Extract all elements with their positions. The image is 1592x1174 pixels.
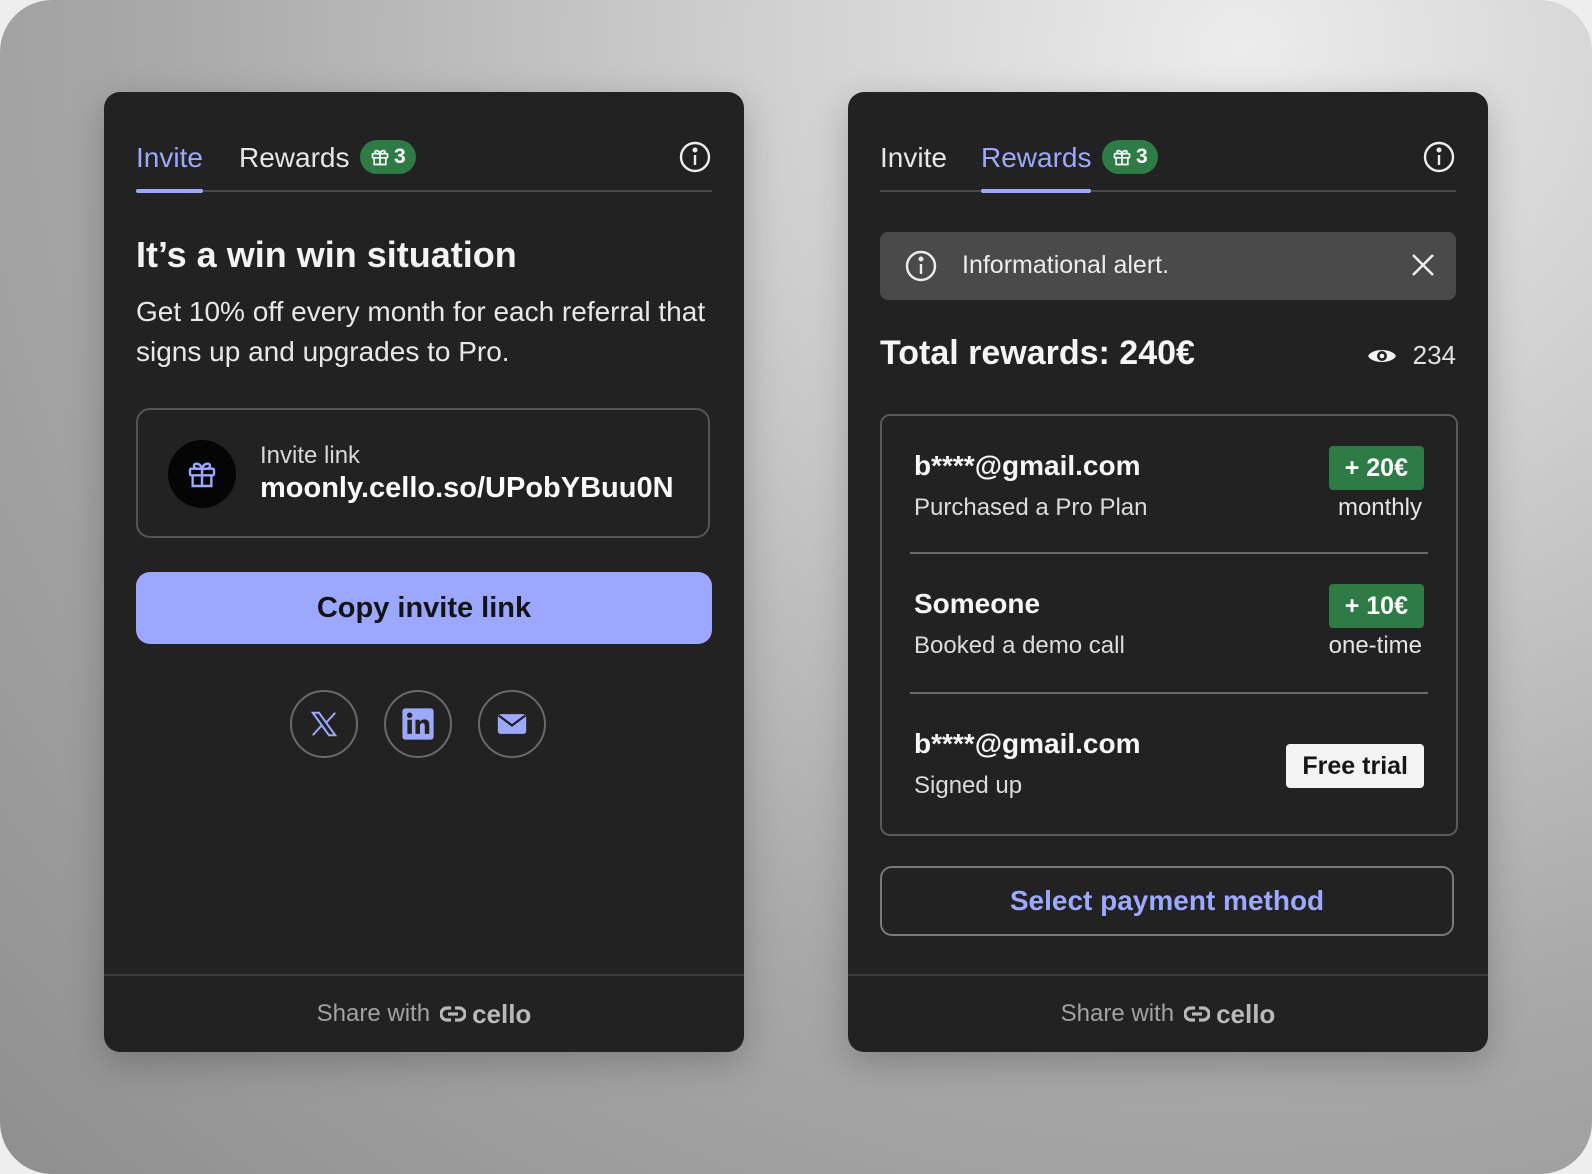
views-count: 234 xyxy=(1412,340,1456,370)
badge-count: 3 xyxy=(394,145,406,168)
close-icon[interactable] xyxy=(1408,250,1438,280)
cello-brand[interactable]: cello xyxy=(440,999,531,1030)
tab-invite-label: Invite xyxy=(136,142,203,173)
rewards-count-badge: 3 xyxy=(1102,140,1158,174)
tab-invite-label: Invite xyxy=(880,142,947,173)
status-badge: Free trial xyxy=(1286,744,1424,788)
share-email-button[interactable] xyxy=(478,690,546,758)
copy-invite-link-button[interactable]: Copy invite link xyxy=(136,572,712,644)
reward-amount-badge: + 10€ xyxy=(1328,584,1424,628)
referral-action: Booked a demo call xyxy=(914,632,1125,659)
info-icon[interactable] xyxy=(678,140,712,174)
headline: It’s a win win situation xyxy=(136,234,517,275)
gift-avatar xyxy=(168,440,236,508)
footer-text: Share with xyxy=(1060,1000,1175,1027)
active-tab-indicator xyxy=(136,189,203,193)
invite-card: Invite Rewards 3 It’s a win win situatio… xyxy=(104,92,744,1052)
info-icon xyxy=(905,250,937,282)
footer: Share with cello xyxy=(104,974,744,1052)
tab-rewards[interactable]: Rewards xyxy=(981,142,1092,193)
invite-link-label: Invite link xyxy=(260,442,361,469)
list-item: Someone Booked a demo call + 10€ one-tim… xyxy=(910,552,1428,692)
eye-icon[interactable] xyxy=(1367,345,1397,367)
footer-text: Share with xyxy=(316,1000,431,1027)
total-rewards: Total rewards: 240€ xyxy=(880,334,1195,372)
share-linkedin-button[interactable] xyxy=(384,690,452,758)
footer: Share with cello xyxy=(848,974,1488,1052)
referral-name: Someone xyxy=(914,588,1041,619)
list-item: b****@gmail.com Signed up Free trial xyxy=(910,692,1428,832)
info-icon[interactable] xyxy=(1422,140,1456,174)
brand-name: cello xyxy=(1216,998,1276,1029)
x-icon xyxy=(310,711,338,737)
reward-amount-badge: + 20€ xyxy=(1328,446,1424,490)
invite-link-box[interactable]: Invite link moonly.cello.so/UPobYBuu0N xyxy=(136,408,710,538)
tab-invite[interactable]: Invite xyxy=(880,142,947,174)
cello-brand[interactable]: cello xyxy=(1184,999,1275,1030)
referral-name: b****@gmail.com xyxy=(914,450,1141,481)
tab-rewards-label: Rewards xyxy=(239,142,350,173)
invite-link-value[interactable]: moonly.cello.so/UPobYBuu0N xyxy=(260,472,674,505)
referral-name: b****@gmail.com xyxy=(914,728,1141,759)
cello-logo-icon xyxy=(1184,1006,1211,1022)
referral-action: Signed up xyxy=(914,772,1023,799)
referral-action: Purchased a Pro Plan xyxy=(914,494,1148,521)
reward-frequency: one-time xyxy=(1328,632,1422,659)
reward-frequency: monthly xyxy=(1337,494,1422,521)
info-alert: Informational alert. xyxy=(880,232,1456,300)
mail-icon xyxy=(497,714,527,734)
rewards-card: Invite Rewards 3 Informational alert. To… xyxy=(848,92,1488,1052)
cello-logo-icon xyxy=(440,1006,467,1022)
active-tab-indicator xyxy=(981,189,1092,193)
badge-count: 3 xyxy=(1136,145,1148,168)
linkedin-icon xyxy=(402,708,434,740)
description: Get 10% off every month for each referra… xyxy=(136,296,706,367)
gift-icon xyxy=(188,462,216,488)
tab-rewards-label: Rewards xyxy=(981,142,1092,173)
alert-text: Informational alert. xyxy=(962,251,1170,279)
views-counter: 234 xyxy=(1367,340,1456,371)
gift-icon xyxy=(1113,149,1131,166)
list-item: b****@gmail.com Purchased a Pro Plan + 2… xyxy=(910,416,1428,554)
gift-icon xyxy=(371,149,389,166)
tab-bar: Invite Rewards 3 xyxy=(880,132,1456,193)
rewards-list: b****@gmail.com Purchased a Pro Plan + 2… xyxy=(880,414,1458,836)
rewards-count-badge: 3 xyxy=(360,140,416,174)
tab-rewards[interactable]: Rewards xyxy=(239,142,349,174)
brand-name: cello xyxy=(472,998,532,1029)
tab-bar: Invite Rewards 3 xyxy=(136,132,712,193)
tab-invite[interactable]: Invite xyxy=(136,142,203,193)
share-x-button[interactable] xyxy=(290,690,358,758)
select-payment-method-button[interactable]: Select payment method xyxy=(880,866,1454,936)
